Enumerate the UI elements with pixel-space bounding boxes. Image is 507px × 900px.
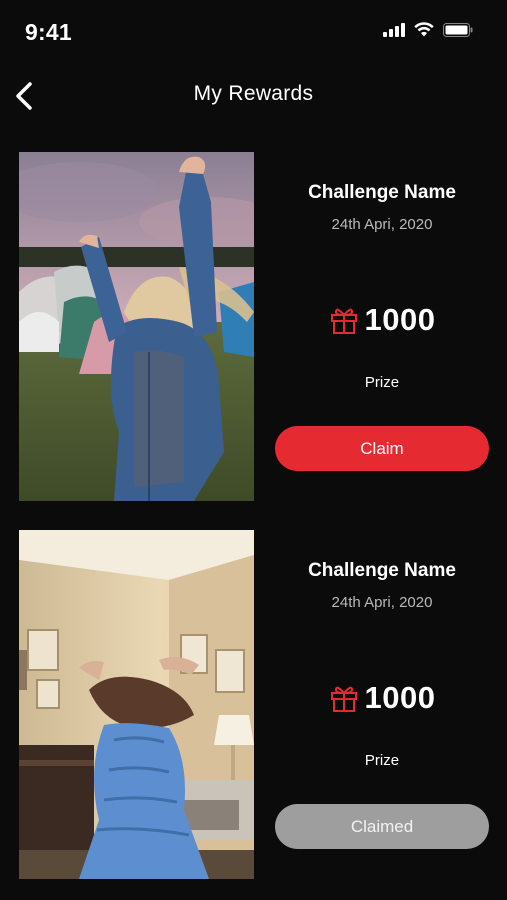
prize-amount: 1000: [364, 302, 436, 337]
challenge-date: 24th Apri, 2020: [331, 594, 433, 611]
page-title: My Rewards: [193, 82, 314, 105]
reward-card: Challenge Name 24th Apri, 2020 1000 Priz…: [19, 152, 491, 502]
status-bar: 9:41: [0, 0, 507, 60]
reward-info: Challenge Name 24th Apri, 2020 1000 Priz…: [274, 530, 490, 880]
wifi-icon: [414, 22, 434, 37]
challenge-name: Challenge Name: [308, 182, 456, 203]
prize-row: 1000: [274, 680, 490, 716]
prize-label: Prize: [364, 374, 400, 391]
claim-button[interactable]: Claim: [275, 426, 489, 471]
reward-photo: [19, 152, 254, 501]
prize-row: 1000: [274, 302, 490, 338]
gift-icon: [330, 686, 357, 712]
prize-amount: 1000: [364, 680, 436, 715]
status-icons: [383, 22, 473, 37]
reward-info: Challenge Name 24th Apri, 2020 1000 Priz…: [274, 152, 490, 502]
status-time: 9:41: [25, 19, 72, 45]
reward-photo: [19, 530, 254, 879]
battery-icon: [443, 22, 473, 37]
gift-icon: [330, 308, 357, 334]
cellular-signal-icon: [383, 22, 405, 37]
reward-card: Challenge Name 24th Apri, 2020 1000 Priz…: [19, 530, 491, 880]
challenge-date: 24th Apri, 2020: [331, 216, 433, 233]
indoor-dancer-photo: [19, 530, 254, 879]
claimed-button[interactable]: Claimed: [275, 804, 489, 849]
nav-bar: My Rewards: [0, 70, 507, 120]
festival-dancer-photo: [19, 152, 254, 501]
challenge-name: Challenge Name: [308, 560, 456, 581]
prize-label: Prize: [364, 752, 400, 769]
